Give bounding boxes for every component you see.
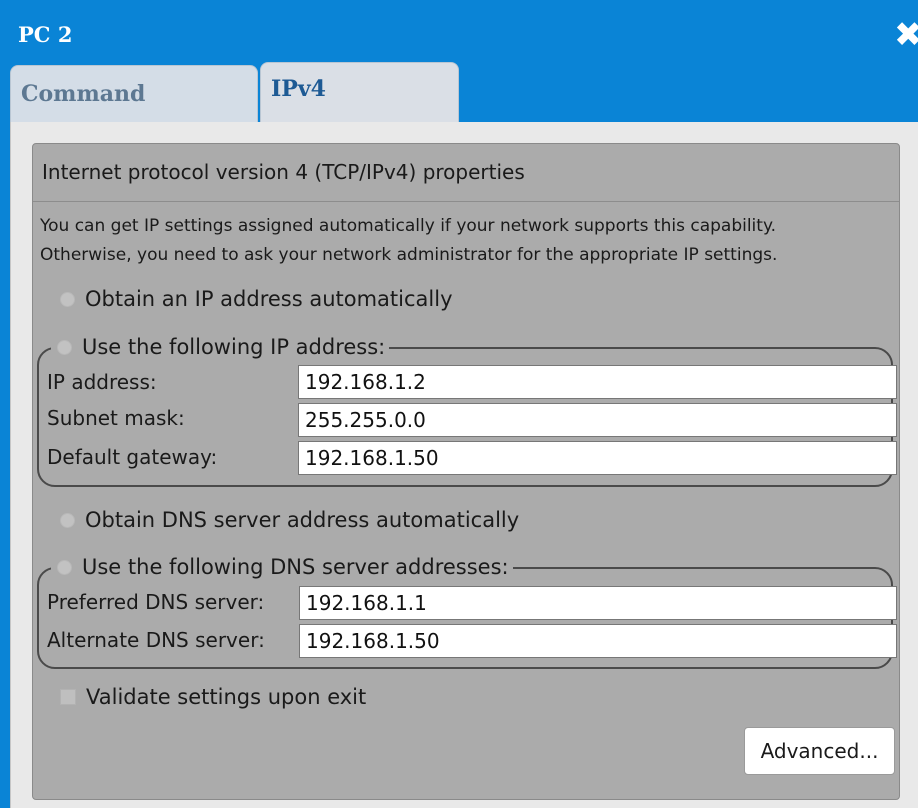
- obtain-dns-auto-option[interactable]: Obtain DNS server address automatically: [60, 508, 519, 532]
- use-ip-address-radio[interactable]: [57, 339, 72, 355]
- use-dns-servers-radio[interactable]: [57, 559, 72, 575]
- tab-ipv4-properties[interactable]: IPv4 properties: [260, 62, 459, 154]
- alternate-dns-label: Alternate DNS server:: [47, 628, 265, 652]
- obtain-ip-auto-radio[interactable]: [60, 291, 75, 307]
- obtain-ip-auto-option[interactable]: Obtain an IP address automatically: [60, 287, 453, 311]
- advanced-button[interactable]: Advanced...: [744, 727, 895, 775]
- use-dns-servers-label: Use the following DNS server addresses:: [82, 555, 509, 579]
- ipv4-properties-panel: Internet protocol version 4 (TCP/IPv4) p…: [32, 143, 900, 800]
- panel-title: Internet protocol version 4 (TCP/IPv4) p…: [33, 144, 899, 202]
- ip-address-label: IP address:: [47, 370, 157, 394]
- description-line-2: Otherwise, you need to ask your network …: [40, 245, 778, 265]
- tab-content: Internet protocol version 4 (TCP/IPv4) p…: [10, 122, 918, 808]
- subnet-mask-label: Subnet mask:: [47, 406, 185, 430]
- ip-address-input[interactable]: 192.168.1.2: [298, 365, 897, 399]
- window-title: PC 2: [18, 22, 73, 47]
- obtain-ip-auto-label: Obtain an IP address automatically: [85, 287, 453, 311]
- use-ip-address-option[interactable]: Use the following IP address:: [51, 334, 390, 360]
- obtain-dns-auto-label: Obtain DNS server address automatically: [85, 508, 520, 532]
- validate-settings-label: Validate settings upon exit: [86, 685, 367, 709]
- subnet-mask-input[interactable]: 255.255.0.0: [298, 403, 897, 437]
- default-gateway-label: Default gateway:: [47, 445, 218, 469]
- panel-description: You can get IP settings assigned automat…: [40, 212, 900, 270]
- preferred-dns-label: Preferred DNS server:: [47, 590, 265, 614]
- title-bar: PC 2 ✖: [0, 0, 918, 68]
- validate-settings-checkbox[interactable]: [60, 689, 76, 705]
- tab-command-terminal[interactable]: Command terminal: [10, 65, 258, 163]
- use-dns-servers-option[interactable]: Use the following DNS server addresses:: [51, 554, 513, 580]
- validate-settings-option[interactable]: Validate settings upon exit: [60, 685, 366, 709]
- close-icon[interactable]: ✖: [894, 16, 918, 54]
- alternate-dns-input[interactable]: 192.168.1.50: [299, 624, 897, 658]
- obtain-dns-auto-radio[interactable]: [60, 512, 75, 528]
- preferred-dns-input[interactable]: 192.168.1.1: [299, 586, 897, 620]
- default-gateway-input[interactable]: 192.168.1.50: [298, 441, 897, 475]
- use-ip-address-label: Use the following IP address:: [82, 335, 386, 359]
- description-line-1: You can get IP settings assigned automat…: [40, 216, 776, 236]
